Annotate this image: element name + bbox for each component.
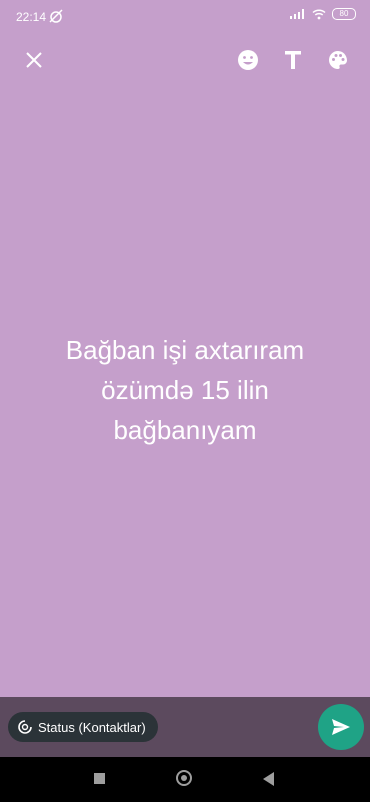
status-privacy-button[interactable]: Status (Kontaktlar) <box>8 712 158 742</box>
navigation-bar <box>0 757 370 802</box>
close-icon <box>26 52 42 68</box>
status-indicators: 80 <box>290 8 356 20</box>
recents-icon[interactable] <box>94 773 105 784</box>
emoji-button[interactable] <box>234 46 262 74</box>
text-format-icon <box>285 51 301 69</box>
send-button[interactable] <box>318 704 364 750</box>
close-button[interactable] <box>20 46 48 74</box>
text-button[interactable] <box>279 46 307 74</box>
editor-toolbar <box>0 44 370 80</box>
status-text[interactable]: Bağban işi axtarıram özümdə 15 ilin bağb… <box>28 330 342 450</box>
palette-icon <box>329 51 347 69</box>
home-icon[interactable] <box>176 770 192 786</box>
send-bar: Status (Kontaktlar) <box>0 697 370 757</box>
clock: 22:14 <box>16 10 47 24</box>
palette-button[interactable] <box>324 46 352 74</box>
send-icon <box>332 719 350 735</box>
alarm-off-icon <box>49 9 63 23</box>
signal-icon <box>290 9 304 19</box>
wifi-icon <box>312 8 326 19</box>
battery-indicator: 80 <box>332 8 356 20</box>
status-privacy-label: Status (Kontaktlar) <box>38 719 146 735</box>
back-icon[interactable] <box>263 772 274 786</box>
system-status-bar: 22:14 80 <box>0 0 370 34</box>
emoji-icon <box>238 50 258 70</box>
status-ring-icon <box>18 720 32 734</box>
